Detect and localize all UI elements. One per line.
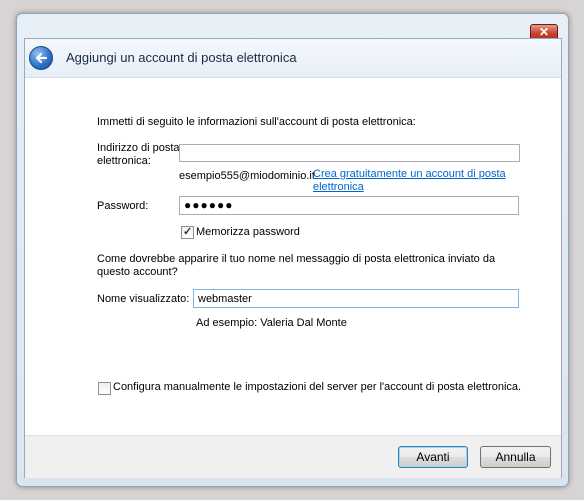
email-label: Indirizzo di posta elettronica:	[97, 142, 180, 167]
display-name-label: Nome visualizzato:	[97, 293, 190, 305]
create-account-link[interactable]: Crea gratuitamente un account di posta e…	[313, 168, 513, 194]
next-button[interactable]: Avanti	[398, 446, 468, 468]
display-name-example: Ad esempio: Valeria Dal Monte	[196, 317, 347, 329]
remember-password-label: Memorizza password	[196, 226, 300, 238]
email-input[interactable]	[179, 144, 520, 162]
back-arrow-icon	[35, 52, 48, 64]
password-label: Password:	[97, 200, 149, 212]
close-icon: ✕	[538, 25, 550, 39]
dialog-client-area: Aggiungi un account di posta elettronica…	[24, 38, 562, 478]
dialog-header: Aggiungi un account di posta elettronica	[25, 39, 561, 78]
manual-config-label[interactable]: Configura manualmente le impostazioni de…	[113, 381, 521, 393]
remember-password-checkbox[interactable]	[181, 225, 194, 239]
email-example: esempio555@miodominio.it	[179, 170, 315, 182]
manual-config-checkbox[interactable]	[98, 382, 111, 395]
display-name-input[interactable]	[193, 289, 519, 308]
dialog-title: Aggiungi un account di posta elettronica	[66, 50, 297, 65]
intro-text: Immetti di seguito le informazioni sull'…	[97, 116, 416, 128]
cancel-button[interactable]: Annulla	[480, 446, 551, 468]
back-button[interactable]	[29, 46, 53, 70]
password-input[interactable]: ●●●●●●	[179, 196, 519, 215]
dialog-footer: Avanti Annulla	[25, 435, 561, 478]
display-name-question: Come dovrebbe apparire il tuo nome nel m…	[97, 253, 496, 278]
